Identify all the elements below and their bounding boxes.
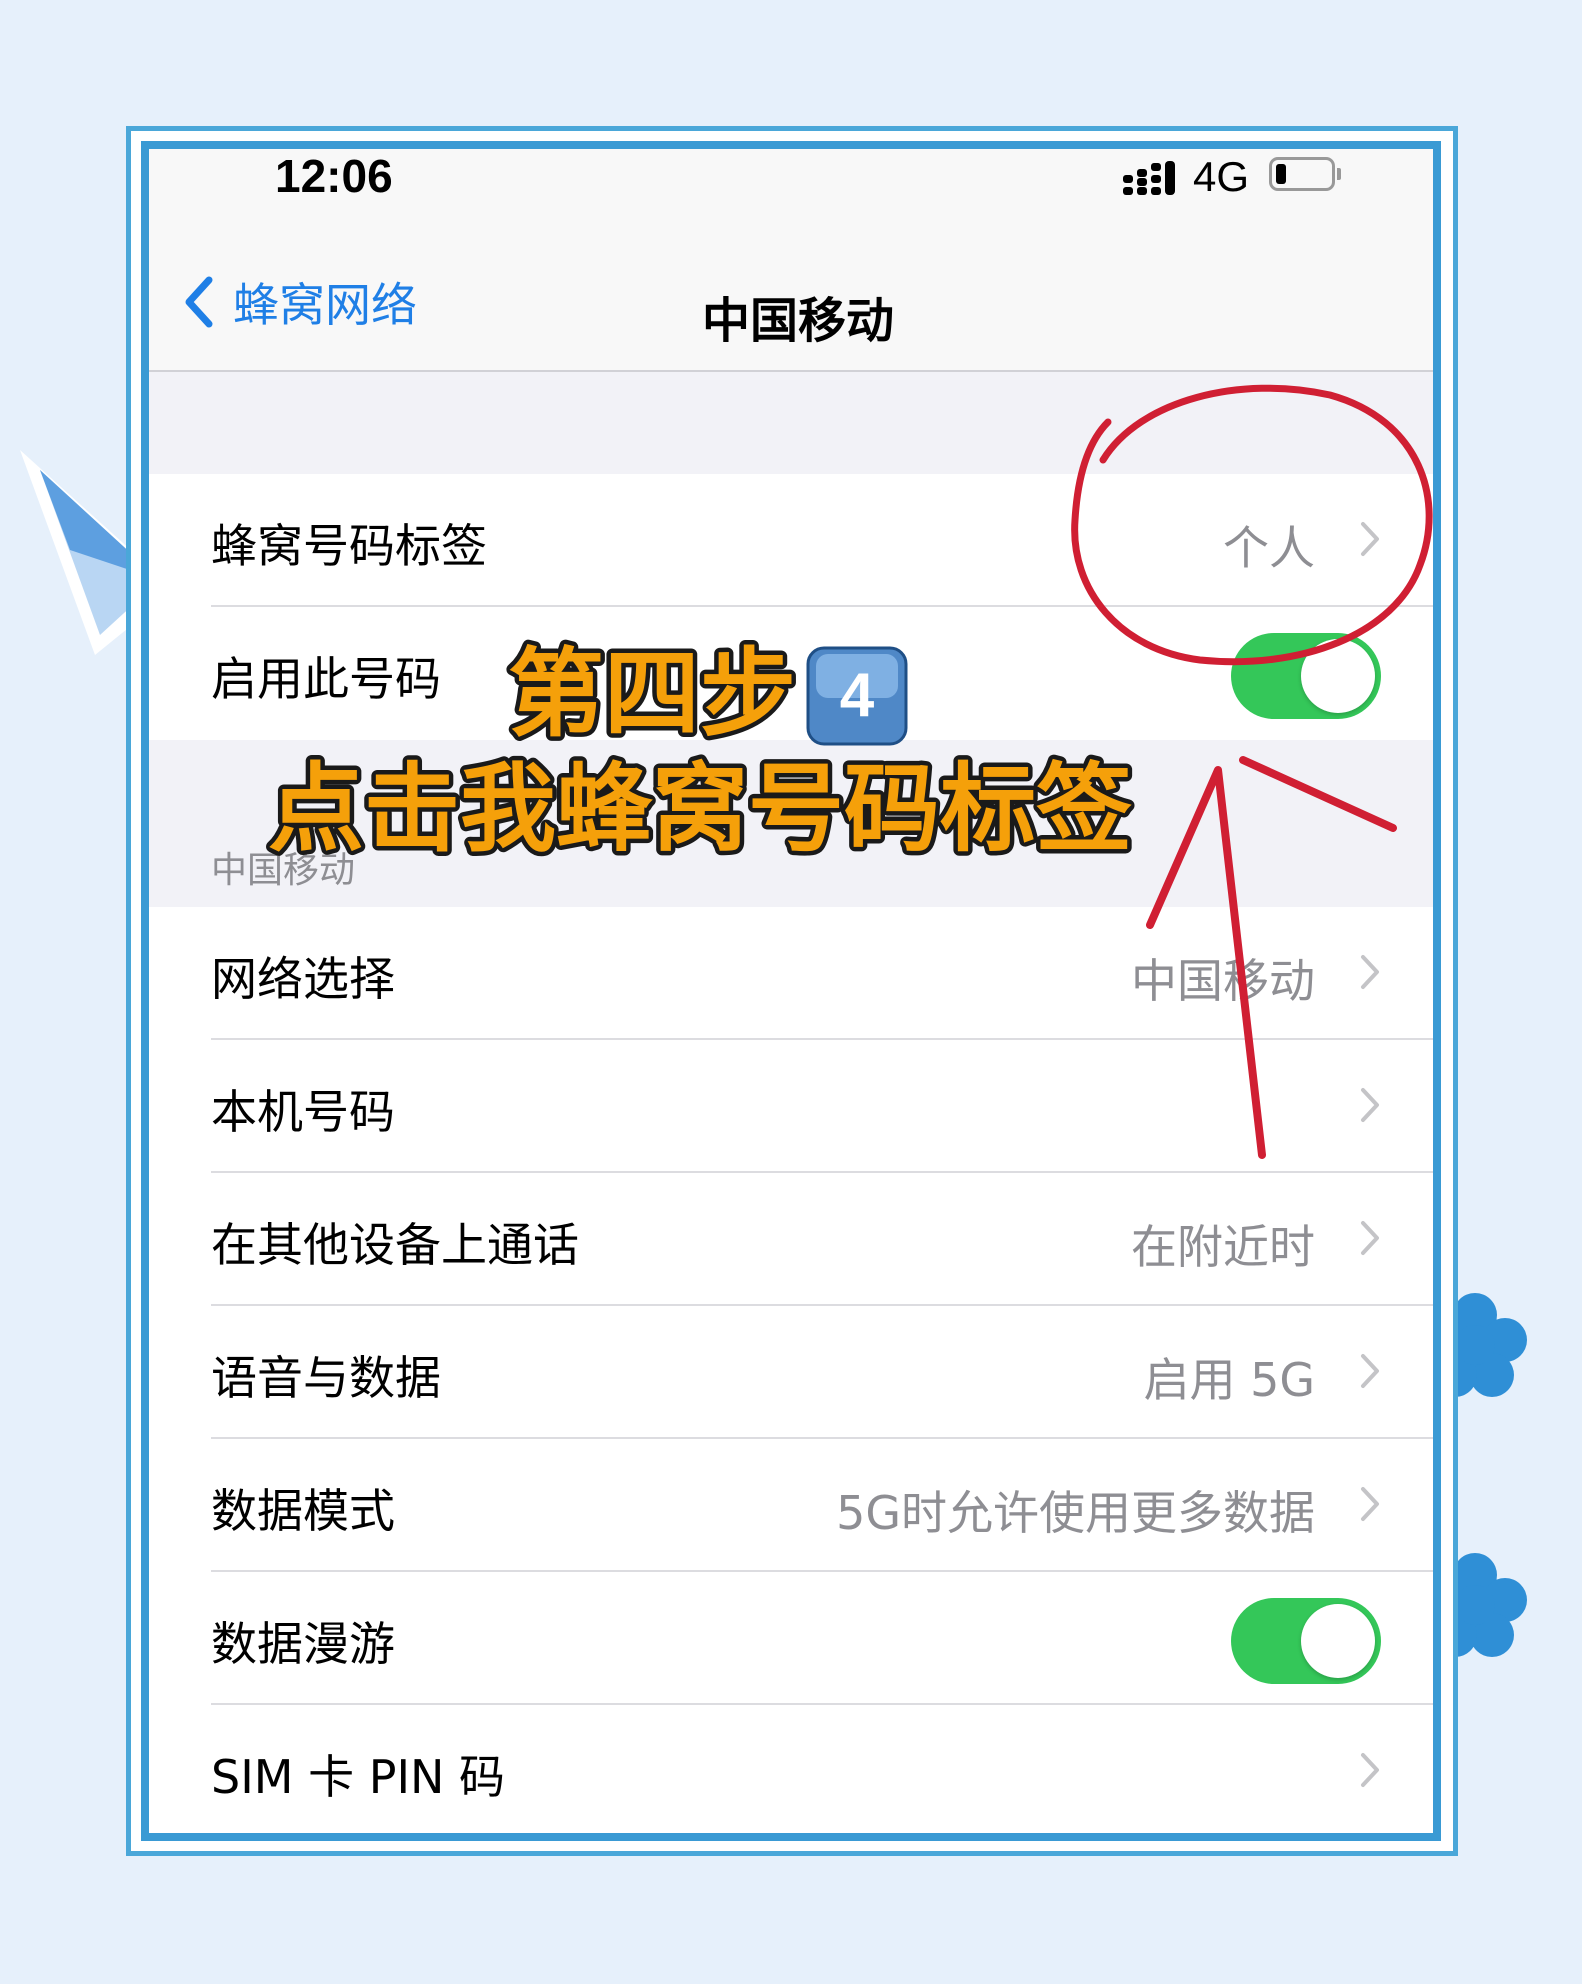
row-label: 启用此号码 [211, 652, 441, 706]
network-type: 4G [1193, 153, 1250, 200]
battery-tip [1337, 168, 1341, 180]
row-label: 在其他设备上通话 [211, 1218, 579, 1272]
row-value: 5G时允许使用更多数据 [836, 1486, 1315, 1540]
enable-line-toggle[interactable] [1231, 633, 1381, 719]
page-title: 中国移动 [701, 293, 894, 349]
chevron-right-icon [1361, 955, 1379, 989]
chevron-right-icon [1361, 1221, 1379, 1255]
toggle-knob [1301, 1604, 1375, 1678]
carrier-settings-group: 网络选择 中国移动 本机号码 在其他设备上通话 在附近时 语音与数据 启用 5G [149, 907, 1433, 1833]
row-label: 本机号码 [211, 1085, 395, 1139]
photo-frame: 12:06 4G 蜂窝网络 中国移动 蜂窝号码标签 个人 启用此号码 中国移动 … [141, 141, 1441, 1841]
network-selection-row[interactable]: 网络选择 中国移动 [149, 907, 1433, 1040]
my-number-row[interactable]: 本机号码 [149, 1040, 1433, 1173]
navigation-bar: 蜂窝网络 中国移动 [149, 229, 1433, 372]
toggle-knob [1301, 639, 1375, 713]
row-label: 数据模式 [211, 1484, 395, 1538]
row-value: 启用 5G [1143, 1353, 1315, 1407]
status-time: 12:06 [275, 150, 393, 202]
row-label: 数据漫游 [211, 1617, 395, 1671]
chevron-right-icon [1361, 1487, 1379, 1521]
row-label: 网络选择 [211, 952, 395, 1006]
voice-and-data-row[interactable]: 语音与数据 启用 5G [149, 1306, 1433, 1439]
section-header: 中国移动 [211, 850, 356, 891]
sim-settings-group: 蜂窝号码标签 个人 启用此号码 [149, 474, 1433, 740]
row-label: 语音与数据 [211, 1351, 441, 1405]
data-mode-row[interactable]: 数据模式 5G时允许使用更多数据 [149, 1439, 1433, 1572]
row-value: 在附近时 [1131, 1220, 1315, 1274]
signal-icon [1123, 161, 1175, 195]
data-roaming-toggle[interactable] [1231, 1598, 1381, 1684]
cellular-plan-label-row[interactable]: 蜂窝号码标签 个人 [149, 474, 1433, 607]
sim-pin-row[interactable]: SIM 卡 PIN 码 [149, 1705, 1433, 1833]
enable-this-line-row: 启用此号码 [149, 607, 1433, 740]
row-value: 中国移动 [1131, 954, 1315, 1008]
row-label: 蜂窝号码标签 [211, 519, 487, 573]
row-value: 个人 [1223, 521, 1315, 575]
phone-screen: 12:06 4G 蜂窝网络 中国移动 蜂窝号码标签 个人 启用此号码 中国移动 … [149, 149, 1433, 1833]
data-roaming-row: 数据漫游 [149, 1572, 1433, 1705]
calls-on-other-devices-row[interactable]: 在其他设备上通话 在附近时 [149, 1173, 1433, 1306]
chevron-right-icon [1361, 1088, 1379, 1122]
row-label: SIM 卡 PIN 码 [211, 1750, 506, 1804]
battery-icon [1269, 157, 1335, 191]
chevron-right-icon [1361, 1753, 1379, 1787]
status-bar: 12:06 4G [149, 149, 1433, 229]
chevron-right-icon [1361, 522, 1379, 556]
chevron-right-icon [1361, 1354, 1379, 1388]
